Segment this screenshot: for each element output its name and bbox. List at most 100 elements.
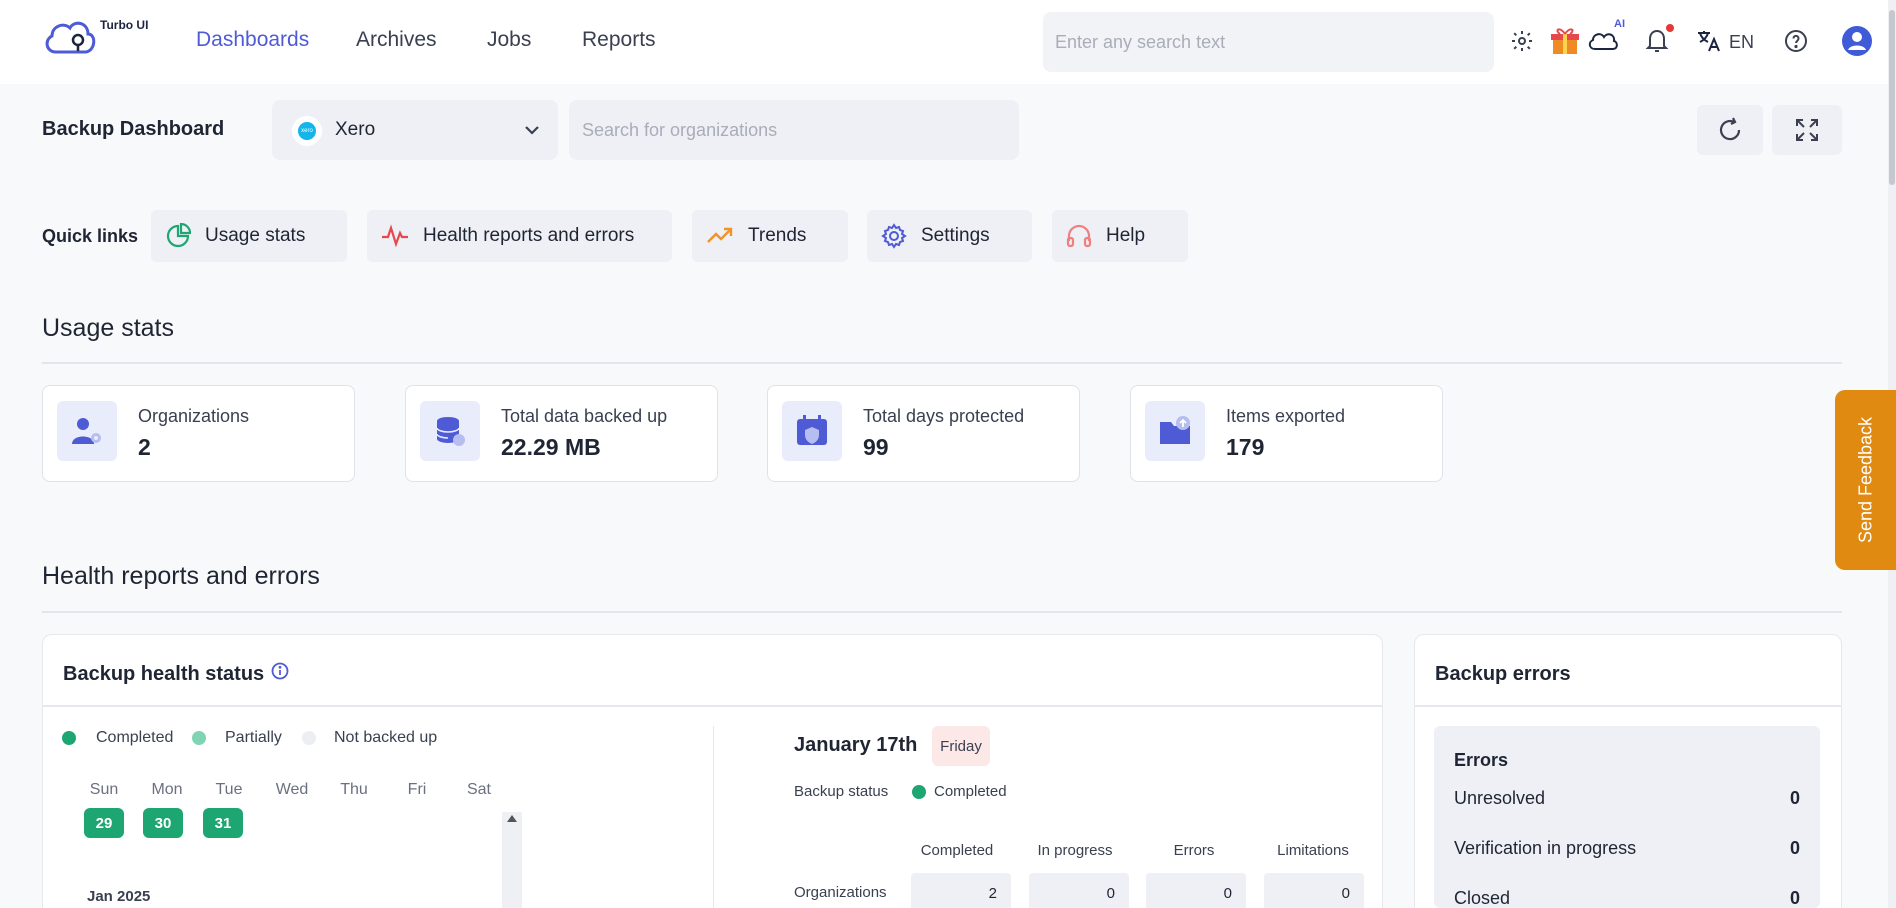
stat-label: Items exported <box>1226 406 1346 426</box>
error-row-closed[interactable]: Closed 0 <box>1454 888 1800 908</box>
nav-reports[interactable]: Reports <box>582 28 656 52</box>
fullscreen-button[interactable] <box>1772 105 1842 155</box>
column-header: In progress <box>1037 842 1113 859</box>
brand-name: Turbo UI <box>100 18 149 32</box>
pulse-icon <box>382 224 408 248</box>
chevron-down-icon <box>525 126 539 135</box>
language-button[interactable] <box>1692 24 1726 58</box>
stat-label: Total data backed up <box>501 406 668 426</box>
legend-completed: Completed <box>96 729 174 746</box>
stat-value: 179 <box>1226 434 1265 460</box>
nav-archives[interactable]: Archives <box>356 28 437 52</box>
xero-logo-icon: xero <box>292 116 322 146</box>
quick-link-settings[interactable]: Settings <box>867 210 1032 262</box>
help-circle-icon <box>1785 30 1807 52</box>
refresh-button[interactable] <box>1697 105 1763 155</box>
panel-title: Backup health status <box>63 663 265 685</box>
help-button[interactable] <box>1779 24 1813 58</box>
scrollbar-thumb[interactable] <box>1889 10 1895 185</box>
quick-link-usage-stats[interactable]: Usage stats <box>151 210 347 262</box>
calendar-month-label: Jan 2025 <box>87 888 151 905</box>
backup-status-dot <box>912 785 926 799</box>
backup-status-label: Backup status <box>794 783 889 800</box>
calendar-day[interactable]: 30 <box>143 808 183 838</box>
health-section-title: Health reports and errors <box>42 562 320 590</box>
legend-partially: Partially <box>225 729 282 746</box>
panel-title: Backup errors <box>1435 663 1571 685</box>
quick-link-help[interactable]: Help <box>1052 210 1188 262</box>
stat-label: Organizations <box>138 406 250 426</box>
usage-stats-title: Usage stats <box>42 314 175 342</box>
nav-jobs[interactable]: Jobs <box>487 28 531 52</box>
stat-card-organizations: Organizations 2 <box>42 385 355 482</box>
table-cell: 2 <box>911 873 1011 908</box>
stat-card-items-exported: Items exported 179 <box>1130 385 1443 482</box>
info-icon[interactable] <box>271 662 289 680</box>
organization-search-input[interactable] <box>569 100 1019 160</box>
calendar-day[interactable]: 31 <box>203 808 243 838</box>
gear-icon <box>1512 31 1532 51</box>
selected-date: January 17th <box>794 734 918 756</box>
weekday-label: Sat <box>466 781 491 798</box>
notification-dot <box>1666 24 1674 32</box>
section-divider <box>42 362 1842 364</box>
quick-link-label: Health reports and errors <box>423 225 635 246</box>
global-search-input[interactable] <box>1043 12 1494 72</box>
weekday-label: Thu <box>340 781 368 798</box>
legend-not-backed-up-dot <box>302 731 316 745</box>
errors-summary-box: Errors Unresolved 0 Verification in progr… <box>1434 726 1820 908</box>
cloud-logo-icon <box>45 21 96 54</box>
bell-icon <box>1645 29 1669 52</box>
pie-chart-icon <box>166 223 191 248</box>
translate-icon <box>1698 31 1720 52</box>
quick-link-label: Settings <box>921 225 990 246</box>
refresh-icon <box>1719 117 1741 141</box>
panel-divider <box>43 705 1382 707</box>
nav-dashboards[interactable]: Dashboards <box>196 28 309 52</box>
trending-up-icon <box>707 227 733 243</box>
send-feedback-tab[interactable]: Send Feedback <box>1835 390 1896 570</box>
stat-label: Total days protected <box>863 406 1025 426</box>
calendar-shield-icon <box>782 401 842 461</box>
quick-link-health-reports[interactable]: Health reports and errors <box>367 210 672 262</box>
user-avatar-button[interactable] <box>1840 24 1874 58</box>
stat-value: 99 <box>863 434 889 460</box>
quick-link-label: Help <box>1106 225 1146 246</box>
quick-link-label: Usage stats <box>205 225 306 246</box>
backup-status-value: Completed <box>934 783 1007 800</box>
users-gear-icon <box>57 401 117 461</box>
gift-button[interactable] <box>1548 24 1582 58</box>
weekday-label: Mon <box>151 781 183 798</box>
gift-icon <box>1551 28 1579 54</box>
expand-icon <box>1796 119 1818 141</box>
table-cell: 0 <box>1264 873 1364 908</box>
gear-icon <box>881 223 907 249</box>
calendar-day[interactable]: 29 <box>84 808 124 838</box>
stat-card-days-protected: Total days protected 99 <box>767 385 1080 482</box>
weekday-label: Sun <box>89 781 119 798</box>
cloud-icon <box>1588 33 1618 50</box>
calendar-scrollbar[interactable] <box>502 812 522 908</box>
table-cell: 0 <box>1029 873 1129 908</box>
settings-button[interactable] <box>1505 24 1539 58</box>
top-navigation: Turbo UI Dashboards Archives Jobs Report… <box>0 0 1896 84</box>
error-row-verification[interactable]: Verification in progress 0 <box>1454 838 1800 859</box>
table-cell: 0 <box>1146 873 1246 908</box>
panel-column-divider <box>713 726 714 908</box>
page-title: Backup Dashboard <box>42 118 225 140</box>
language-label[interactable]: EN <box>1729 32 1754 53</box>
quick-links-label: Quick links <box>42 226 139 246</box>
scroll-up-arrow-icon[interactable] <box>507 815 517 822</box>
legend-not-backed-up: Not backed up <box>334 729 438 746</box>
headset-icon <box>1066 224 1092 248</box>
column-header: Errors <box>1173 842 1215 859</box>
brand-logo[interactable]: Turbo UI <box>42 16 152 66</box>
stat-value: 2 <box>138 434 151 460</box>
error-row-unresolved[interactable]: Unresolved 0 <box>1454 788 1800 809</box>
app-select-value: Xero <box>335 119 376 140</box>
quick-link-trends[interactable]: Trends <box>692 210 848 262</box>
app-select[interactable]: xero Xero <box>272 100 558 160</box>
database-icon <box>420 401 480 461</box>
avatar-icon <box>1842 26 1872 56</box>
weekday-label: Wed <box>275 781 309 798</box>
